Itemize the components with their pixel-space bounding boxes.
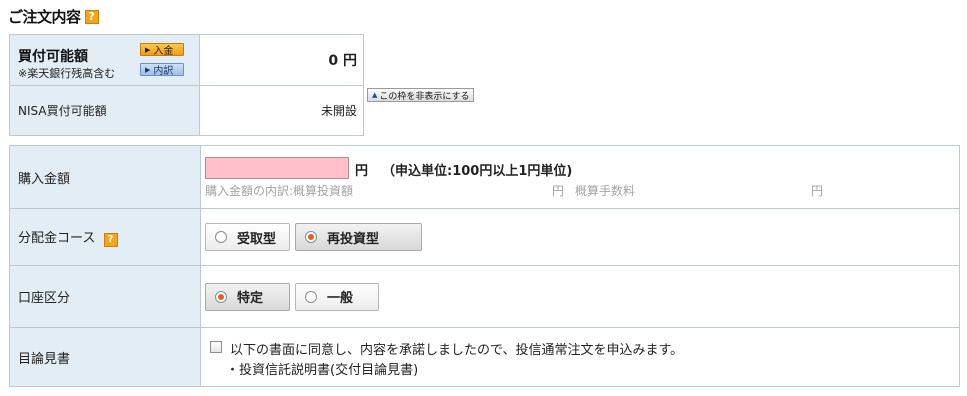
help-icon[interactable]: ? <box>103 233 118 247</box>
buying-power-label: 買付可能額 <box>18 49 88 65</box>
up-arrow-icon: ▲ <box>372 91 378 99</box>
play-arrow-icon: ▶ <box>145 65 151 74</box>
prospectus-cell: 以下の書面に同意し、内容を承諾しましたので、投信通常注文を申込みます。 ・投資信… <box>200 327 960 387</box>
detail-button-label: 内訳 <box>153 66 174 77</box>
purchase-amount-label: 購入金額 <box>9 145 201 209</box>
help-icon[interactable]: ? <box>84 9 99 24</box>
deposit-button[interactable]: ▶ 入金 <box>140 43 184 57</box>
buying-power-label-cell: 買付可能額 ※楽天銀行残高含む ▶ 入金 ▶ 内訳 <box>9 34 200 86</box>
nisa-value: 未開設 <box>199 85 364 136</box>
order-details-header: ご注文内容 ? <box>8 6 99 27</box>
account-general-radio[interactable]: 一般 <box>295 282 379 311</box>
prospectus-label: 目論見書 <box>9 327 201 387</box>
purchase-amount-unit: 円 <box>355 164 369 179</box>
course-reinvest-radio[interactable]: 再投資型 <box>295 223 422 251</box>
buying-power-table: 買付可能額 ※楽天銀行残高含む ▶ 入金 ▶ 内訳 0 円 NISA買付可能額 … <box>9 34 364 136</box>
prospectus-document: ・投資信託説明書(交付目論見書) <box>226 363 419 378</box>
account-general-label: 一般 <box>327 291 354 306</box>
agree-checkbox[interactable] <box>210 341 222 353</box>
page-title: ご注文内容 <box>8 8 81 26</box>
purchase-amount-note: （申込単位:100円以上1円単位) <box>382 164 573 179</box>
play-arrow-icon: ▶ <box>145 45 151 54</box>
order-form-table: 購入金額 円 （申込単位:100円以上1円単位) 購入金額の内訳:概算投資額 円… <box>9 145 960 387</box>
radio-unchecked-icon <box>215 231 227 243</box>
account-specific-radio[interactable]: 特定 <box>205 282 290 311</box>
detail-button[interactable]: ▶ 内訳 <box>140 63 184 77</box>
course-receive-label: 受取型 <box>237 231 277 247</box>
distribution-course-label-cell: 分配金コース ? <box>9 208 201 266</box>
course-reinvest-label: 再投資型 <box>327 231 380 247</box>
nisa-label: NISA買付可能額 <box>9 85 200 136</box>
deposit-button-label: 入金 <box>153 46 174 57</box>
account-type-cell: 特定 一般 <box>200 265 960 328</box>
breakdown-label: 購入金額の内訳:概算投資額 <box>205 184 354 198</box>
radio-checked-icon <box>305 231 317 243</box>
breakdown-yen-2: 円 <box>811 184 824 198</box>
course-receive-radio[interactable]: 受取型 <box>205 223 290 251</box>
buying-power-note: ※楽天銀行残高含む <box>18 67 116 80</box>
purchase-amount-cell: 円 （申込単位:100円以上1円単位) 購入金額の内訳:概算投資額 円 概算手数… <box>200 145 960 209</box>
radio-unchecked-icon <box>305 290 317 303</box>
distribution-course-label: 分配金コース <box>18 231 96 246</box>
account-type-label: 口座区分 <box>9 265 201 328</box>
purchase-amount-input[interactable] <box>205 157 349 179</box>
agree-text[interactable]: 以下の書面に同意し、内容を承諾しましたので、投信通常注文を申込みます。 <box>230 339 683 358</box>
distribution-course-cell: 受取型 再投資型 <box>200 208 960 266</box>
radio-checked-icon <box>215 290 227 303</box>
buying-power-value-cell: 0 円 <box>199 34 364 86</box>
account-specific-label: 特定 <box>237 291 264 306</box>
buying-power-value: 0 円 <box>328 53 357 69</box>
breakdown-yen-1: 円 <box>552 184 565 198</box>
hide-panel-button[interactable]: ▲ この枠を非表示にする <box>367 88 475 102</box>
hide-panel-button-label: この枠を非表示にする <box>379 91 470 102</box>
breakdown-fee-label: 概算手数料 <box>575 184 636 198</box>
